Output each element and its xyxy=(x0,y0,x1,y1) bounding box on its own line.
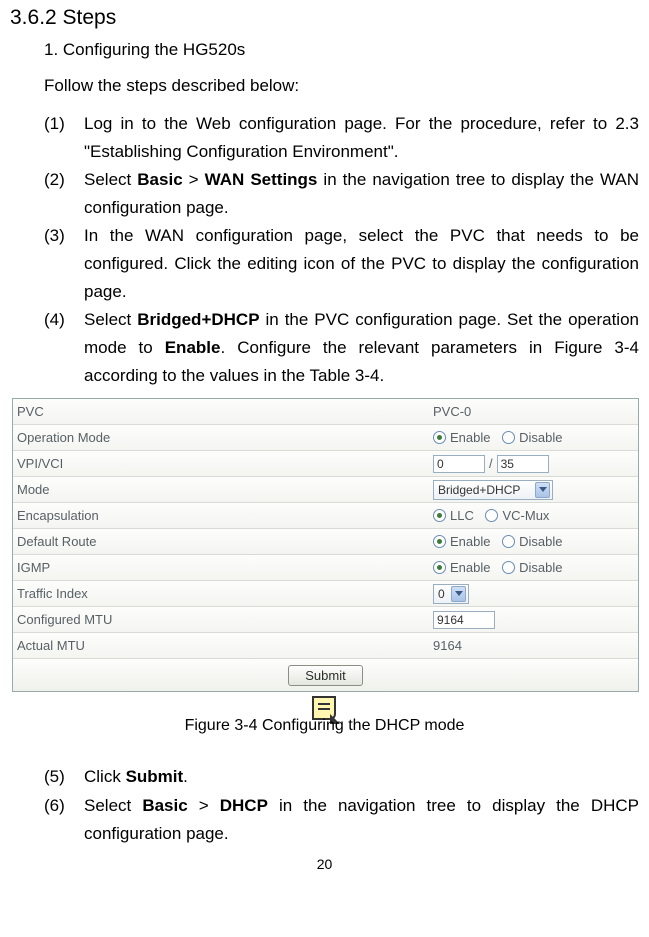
row-vpi-vci: VPI/VCI / xyxy=(13,451,638,477)
chevron-down-icon xyxy=(535,482,550,498)
label-configured-mtu: Configured MTU xyxy=(13,612,433,627)
input-vci[interactable] xyxy=(497,455,549,473)
row-encapsulation: Encapsulation LLC VC-Mux xyxy=(13,503,638,529)
step-2: (2) Select Basic > WAN Settings in the n… xyxy=(44,166,639,222)
lead-text: Follow the steps described below: xyxy=(44,76,639,96)
bold-text: DHCP xyxy=(220,796,268,815)
input-configured-mtu[interactable] xyxy=(433,611,495,629)
row-igmp: IGMP Enable Disable xyxy=(13,555,638,581)
row-operation-mode: Operation Mode Enable Disable xyxy=(13,425,638,451)
row-configured-mtu: Configured MTU xyxy=(13,607,638,633)
page-number: 20 xyxy=(10,856,639,872)
figure-caption: Figure 3-4 Configuring the DHCP mode xyxy=(10,717,639,735)
bold-text: Basic xyxy=(142,796,187,815)
step-marker: (2) xyxy=(44,166,84,222)
radio-droute-disable[interactable] xyxy=(502,535,515,548)
text: Select xyxy=(84,310,137,329)
step-5: (5) Click Submit. xyxy=(44,763,639,791)
radio-igmp-enable[interactable] xyxy=(433,561,446,574)
bold-text: Enable xyxy=(165,338,221,357)
text: . xyxy=(183,767,188,786)
text: Click xyxy=(84,767,126,786)
subsection-title: 1. Configuring the HG520s xyxy=(44,40,639,60)
select-mode[interactable]: Bridged+DHCP xyxy=(433,480,553,500)
step-marker: (1) xyxy=(44,110,84,166)
select-value: 0 xyxy=(438,587,445,601)
radio-encap-vcmux[interactable] xyxy=(485,509,498,522)
select-value: Bridged+DHCP xyxy=(438,483,520,497)
step-body: Select Bridged+DHCP in the PVC configura… xyxy=(84,306,639,390)
chevron-down-icon xyxy=(451,586,466,602)
bold-text: Bridged+DHCP xyxy=(137,310,259,329)
radio-label: LLC xyxy=(450,508,474,523)
step-1: (1) Log in to the Web configuration page… xyxy=(44,110,639,166)
bold-text: Submit xyxy=(126,767,184,786)
radio-opmode-disable[interactable] xyxy=(502,431,515,444)
step-6: (6) Select Basic > DHCP in the navigatio… xyxy=(44,792,639,848)
step-4: (4) Select Bridged+DHCP in the PVC confi… xyxy=(44,306,639,390)
select-traffic-index[interactable]: 0 xyxy=(433,584,469,604)
row-pvc: PVC PVC-0 xyxy=(13,399,638,425)
label-operation-mode: Operation Mode xyxy=(13,430,433,445)
label-igmp: IGMP xyxy=(13,560,433,575)
step-body: Log in to the Web configuration page. Fo… xyxy=(84,110,639,166)
radio-label: Disable xyxy=(519,560,562,575)
radio-droute-enable[interactable] xyxy=(433,535,446,548)
step-marker: (6) xyxy=(44,792,84,848)
label-traffic-index: Traffic Index xyxy=(13,586,433,601)
radio-label: Disable xyxy=(519,534,562,549)
row-traffic-index: Traffic Index 0 xyxy=(13,581,638,607)
label-mode: Mode xyxy=(13,482,433,497)
step-marker: (3) xyxy=(44,222,84,306)
radio-label: Enable xyxy=(450,534,490,549)
radio-label: Disable xyxy=(519,430,562,445)
row-submit: Submit xyxy=(13,659,638,691)
radio-igmp-disable[interactable] xyxy=(502,561,515,574)
row-mode: Mode Bridged+DHCP xyxy=(13,477,638,503)
radio-label: VC-Mux xyxy=(502,508,549,523)
text: Select xyxy=(84,170,137,189)
label-default-route: Default Route xyxy=(13,534,433,549)
row-actual-mtu: Actual MTU 9164 xyxy=(13,633,638,659)
radio-opmode-enable[interactable] xyxy=(433,431,446,444)
radio-label: Enable xyxy=(450,560,490,575)
text: > xyxy=(188,796,220,815)
label-pvc: PVC xyxy=(13,404,433,419)
step-body: Select Basic > WAN Settings in the navig… xyxy=(84,166,639,222)
text: Select xyxy=(84,796,142,815)
wan-config-panel: PVC PVC-0 Operation Mode Enable Disable … xyxy=(12,398,639,692)
input-vpi[interactable] xyxy=(433,455,485,473)
row-default-route: Default Route Enable Disable xyxy=(13,529,638,555)
label-encapsulation: Encapsulation xyxy=(13,508,433,523)
submit-button[interactable]: Submit xyxy=(288,665,362,686)
step-marker: (5) xyxy=(44,763,84,791)
sep: / xyxy=(489,456,493,471)
bold-text: WAN Settings xyxy=(205,170,318,189)
bold-text: Basic xyxy=(137,170,182,189)
radio-encap-llc[interactable] xyxy=(433,509,446,522)
step-body: Select Basic > DHCP in the navigation tr… xyxy=(84,792,639,848)
label-actual-mtu: Actual MTU xyxy=(13,638,433,653)
label-vpi-vci: VPI/VCI xyxy=(13,456,433,471)
value-actual-mtu: 9164 xyxy=(433,638,638,653)
radio-label: Enable xyxy=(450,430,490,445)
step-marker: (4) xyxy=(44,306,84,390)
section-heading: 3.6.2 Steps xyxy=(10,6,639,30)
text: > xyxy=(183,170,205,189)
step-body: In the WAN configuration page, select th… xyxy=(84,222,639,306)
step-3: (3) In the WAN configuration page, selec… xyxy=(44,222,639,306)
value-pvc: PVC-0 xyxy=(433,404,638,419)
step-body: Click Submit. xyxy=(84,763,639,791)
